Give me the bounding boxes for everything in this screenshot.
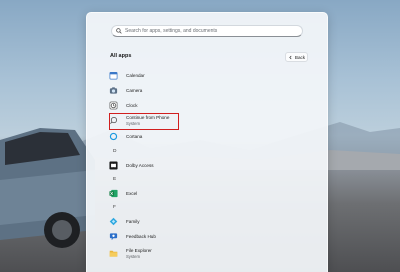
list-item-cortana[interactable]: Cortana <box>109 132 142 141</box>
app-name: Excel <box>126 190 138 196</box>
all-apps-title: All apps <box>110 53 132 59</box>
app-subtitle: System <box>126 120 140 126</box>
folder-icon <box>109 249 118 258</box>
family-icon <box>109 217 118 226</box>
search-input[interactable] <box>125 28 295 34</box>
cortana-icon <box>109 132 118 141</box>
app-text: File Explorer System <box>126 248 152 259</box>
app-name: Feedback Hub <box>126 233 156 239</box>
chevron-left-icon <box>289 55 292 59</box>
dolby-icon <box>109 161 118 170</box>
app-name: Family <box>126 218 140 224</box>
list-item-calendar[interactable]: Calendar <box>109 71 145 80</box>
letter-header-f[interactable]: F <box>113 205 116 210</box>
excel-icon <box>109 189 118 198</box>
app-subtitle: System <box>126 253 140 259</box>
app-text: Continue from Phone System <box>126 115 169 126</box>
back-label: Back <box>294 54 306 60</box>
calendar-icon <box>109 71 118 80</box>
letter-header-e[interactable]: E <box>113 177 116 182</box>
letter-header-d[interactable]: D <box>113 149 116 154</box>
list-item-clock[interactable]: Clock <box>109 101 138 110</box>
feedback-hub-icon <box>109 232 118 241</box>
list-item-dolby-access[interactable]: Dolby Access <box>109 161 154 170</box>
camera-icon <box>109 86 118 95</box>
list-item-feedback-hub[interactable]: Feedback Hub <box>109 232 156 241</box>
app-name: Camera <box>126 87 143 93</box>
app-name: Dolby Access <box>126 162 154 168</box>
clock-icon <box>109 101 118 110</box>
start-menu: All apps Back Calendar Camera Clock <box>86 12 328 272</box>
back-button[interactable]: Back <box>285 52 308 62</box>
list-item-file-explorer[interactable]: File Explorer System <box>109 248 152 259</box>
phone-link-icon <box>109 116 118 125</box>
car-image <box>0 128 95 248</box>
list-item-family[interactable]: Family <box>109 217 140 226</box>
list-item-excel[interactable]: Excel <box>109 189 137 198</box>
app-name: Calendar <box>126 72 145 78</box>
list-item-continue-from-phone[interactable]: Continue from Phone System <box>109 115 169 126</box>
search-icon <box>116 28 122 34</box>
list-item-camera[interactable]: Camera <box>109 86 142 95</box>
app-name: Clock <box>126 102 138 108</box>
search-box[interactable] <box>111 25 303 37</box>
app-name: Cortana <box>126 133 143 139</box>
